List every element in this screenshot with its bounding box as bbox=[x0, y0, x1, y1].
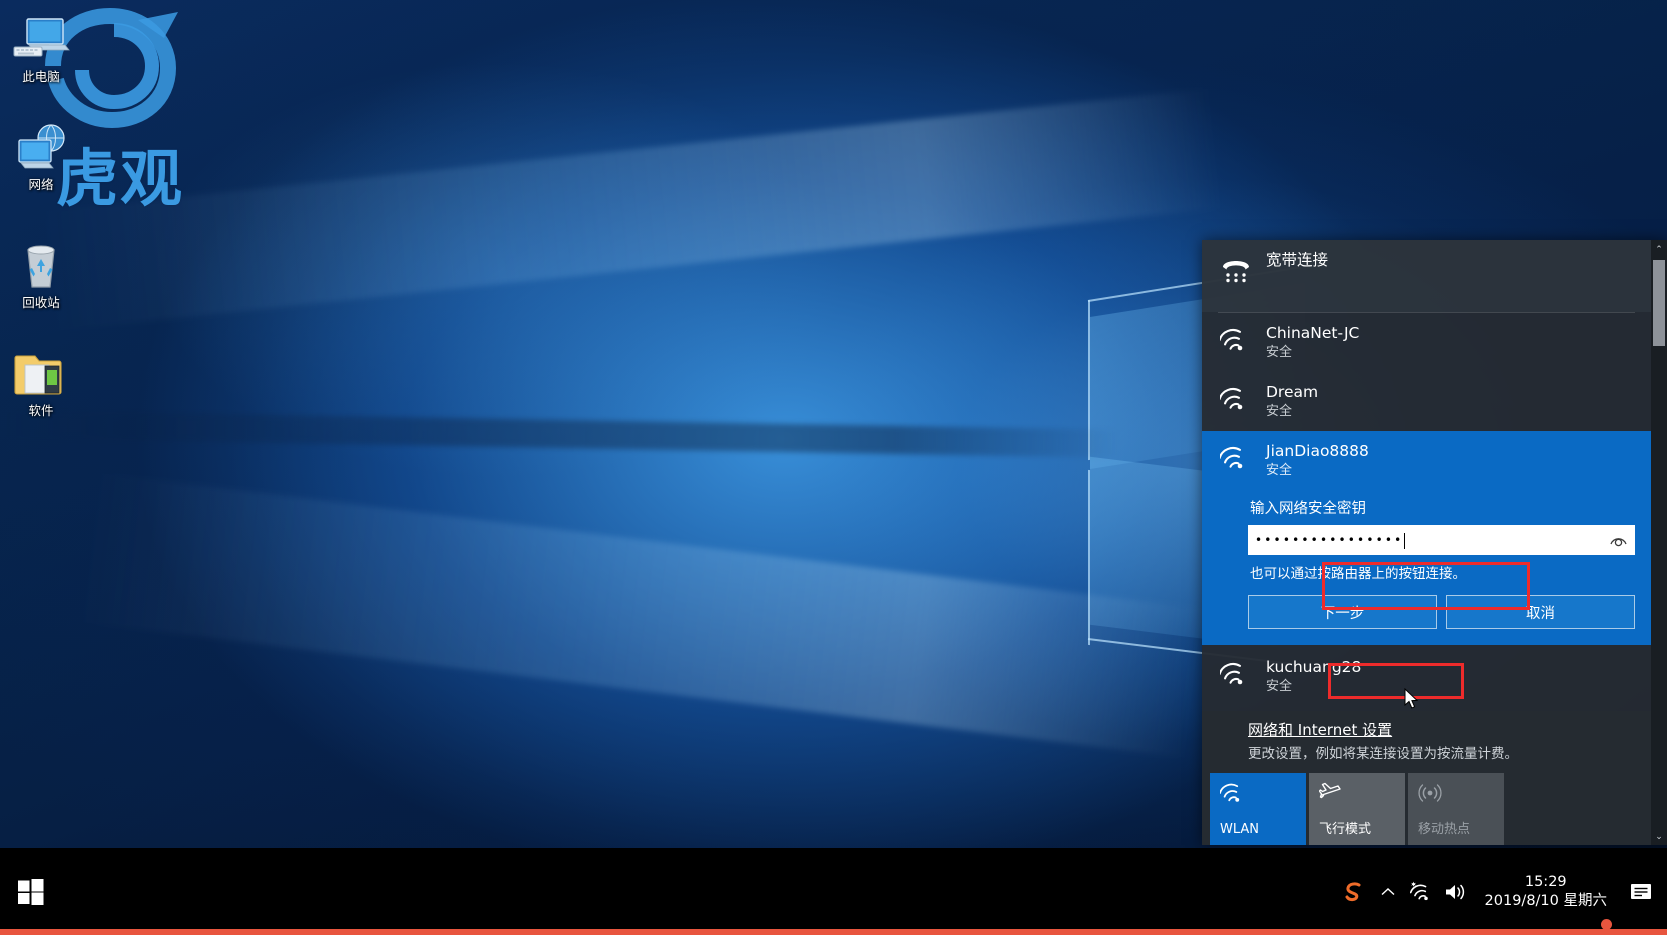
system-tray: 15:29 2019/8/10 星期六 bbox=[1337, 848, 1667, 935]
network-status: 安全 bbox=[1266, 345, 1293, 360]
wallpaper-edge-v1 bbox=[1088, 299, 1090, 461]
scroll-down-arrow-icon[interactable]: ⌄ bbox=[1651, 827, 1667, 845]
network-flyout-panel: 宽带连接 ChinaNet-JC 安全 Dream 安全 JianDiao888… bbox=[1202, 240, 1667, 845]
panel-footer: 网络和 Internet 设置 更改设置，例如将某连接设置为按流量计费。 WLA… bbox=[1202, 711, 1667, 845]
sogou-input-icon[interactable] bbox=[1337, 848, 1371, 935]
show-password-eye-icon[interactable] bbox=[1601, 525, 1635, 555]
connect-hint-text: 也可以通过按路由器上的按钮连接。 bbox=[1250, 566, 1466, 582]
scrollbar-thumb[interactable] bbox=[1653, 260, 1665, 346]
notification-badge-dot bbox=[1601, 919, 1612, 930]
network-item-chinanet-jc[interactable]: ChinaNet-JC 安全 bbox=[1202, 313, 1651, 372]
text-caret bbox=[1404, 532, 1406, 549]
quick-action-tiles: WLAN 飞行模式 移动热点 bbox=[1202, 773, 1667, 845]
desktop-icon-recycle-bin[interactable]: 回收站 bbox=[0, 240, 82, 310]
desktop-icon-label: 网络 bbox=[28, 177, 54, 192]
windows-start-icon[interactable] bbox=[0, 848, 62, 935]
network-status: 安全 bbox=[1266, 463, 1293, 478]
network-name: kuchuang28 bbox=[1266, 658, 1362, 676]
wifi-icon bbox=[1219, 783, 1240, 802]
panel-scrollbar[interactable]: ⌃ ⌄ bbox=[1651, 240, 1667, 845]
cancel-button[interactable]: 取消 bbox=[1446, 595, 1635, 629]
wallpaper-streak-mid bbox=[0, 410, 1121, 458]
network-name: JianDiao8888 bbox=[1266, 442, 1369, 460]
desktop-icon-network[interactable]: 网络 bbox=[0, 122, 82, 192]
taskbar: 15:29 2019/8/10 星期六 bbox=[0, 848, 1667, 935]
tile-wlan[interactable]: WLAN bbox=[1210, 773, 1306, 845]
hotspot-icon bbox=[1418, 784, 1442, 802]
dialup-icon bbox=[1220, 250, 1260, 289]
show-hidden-icons-chevron[interactable] bbox=[1371, 848, 1405, 935]
scroll-up-arrow-icon[interactable]: ⌃ bbox=[1651, 240, 1667, 258]
clock-date: 2019/8/10 星期六 bbox=[1484, 892, 1607, 909]
wallpaper-glow-secondary bbox=[150, 60, 850, 480]
password-value: •••••••••••••••• bbox=[1255, 533, 1404, 547]
desktop-icon-label: 软件 bbox=[28, 403, 54, 418]
wallpaper-streak-lower bbox=[75, 472, 1205, 758]
wifi-tray-icon[interactable] bbox=[1405, 848, 1439, 935]
network-name: ChinaNet-JC bbox=[1266, 324, 1360, 342]
volume-icon[interactable] bbox=[1439, 848, 1473, 935]
tile-label: WLAN bbox=[1220, 822, 1260, 837]
desktop-icon-software[interactable]: 软件 bbox=[0, 348, 82, 418]
network-item-kuchuang28[interactable]: kuchuang28 安全 bbox=[1202, 645, 1651, 706]
wifi-connect-form: 输入网络安全密钥 •••••••••••••••• 也可以通过按路由器上的按钮连… bbox=[1202, 490, 1651, 645]
wifi-icon bbox=[1218, 441, 1260, 476]
bottom-accent-bar bbox=[0, 929, 1667, 935]
network-item-jiandiao8888[interactable]: JianDiao8888 安全 bbox=[1202, 431, 1651, 490]
recycle-bin-icon bbox=[11, 240, 71, 292]
action-center-icon[interactable] bbox=[1619, 848, 1663, 935]
network-status: 安全 bbox=[1266, 679, 1293, 694]
desktop-icon-this-pc[interactable]: 此电脑 bbox=[0, 14, 82, 84]
password-input[interactable]: •••••••••••••••• bbox=[1248, 525, 1601, 555]
network-name: Dream bbox=[1266, 383, 1319, 401]
wifi-icon bbox=[1218, 382, 1260, 417]
next-button[interactable]: 下一步 bbox=[1248, 595, 1437, 629]
tile-label: 飞行模式 bbox=[1319, 822, 1372, 837]
network-item-dream[interactable]: Dream 安全 bbox=[1202, 372, 1651, 431]
network-item-broadband[interactable]: 宽带连接 bbox=[1202, 240, 1651, 312]
wifi-icon bbox=[1218, 323, 1260, 358]
taskbar-clock[interactable]: 15:29 2019/8/10 星期六 bbox=[1473, 848, 1619, 935]
wifi-icon bbox=[1218, 657, 1260, 692]
tile-label: 移动热点 bbox=[1418, 822, 1471, 837]
tile-mobile-hotspot[interactable]: 移动热点 bbox=[1408, 773, 1504, 845]
computer-icon bbox=[11, 14, 71, 66]
password-input-wrapper[interactable]: •••••••••••••••• bbox=[1248, 525, 1635, 555]
wallpaper-streak-upper bbox=[36, 88, 1224, 332]
airplane-icon bbox=[1318, 782, 1341, 799]
password-label: 输入网络安全密钥 bbox=[1250, 501, 1366, 517]
wallpaper-edge-v2 bbox=[1088, 469, 1090, 646]
desktop-icon-label: 此电脑 bbox=[22, 69, 60, 84]
desktop-icon-label: 回收站 bbox=[22, 295, 60, 310]
network-settings-description: 更改设置，例如将某连接设置为按流量计费。 bbox=[1248, 746, 1518, 762]
network-internet-settings-link[interactable]: 网络和 Internet 设置 bbox=[1202, 711, 1667, 742]
tile-airplane-mode[interactable]: 飞行模式 bbox=[1309, 773, 1405, 845]
folder-icon bbox=[11, 348, 71, 400]
clock-time: 15:29 bbox=[1524, 873, 1567, 890]
connect-button-row: 下一步 取消 bbox=[1248, 595, 1635, 629]
network-status: 安全 bbox=[1266, 404, 1293, 419]
network-globe-icon bbox=[11, 122, 71, 174]
network-name: 宽带连接 bbox=[1266, 251, 1329, 269]
